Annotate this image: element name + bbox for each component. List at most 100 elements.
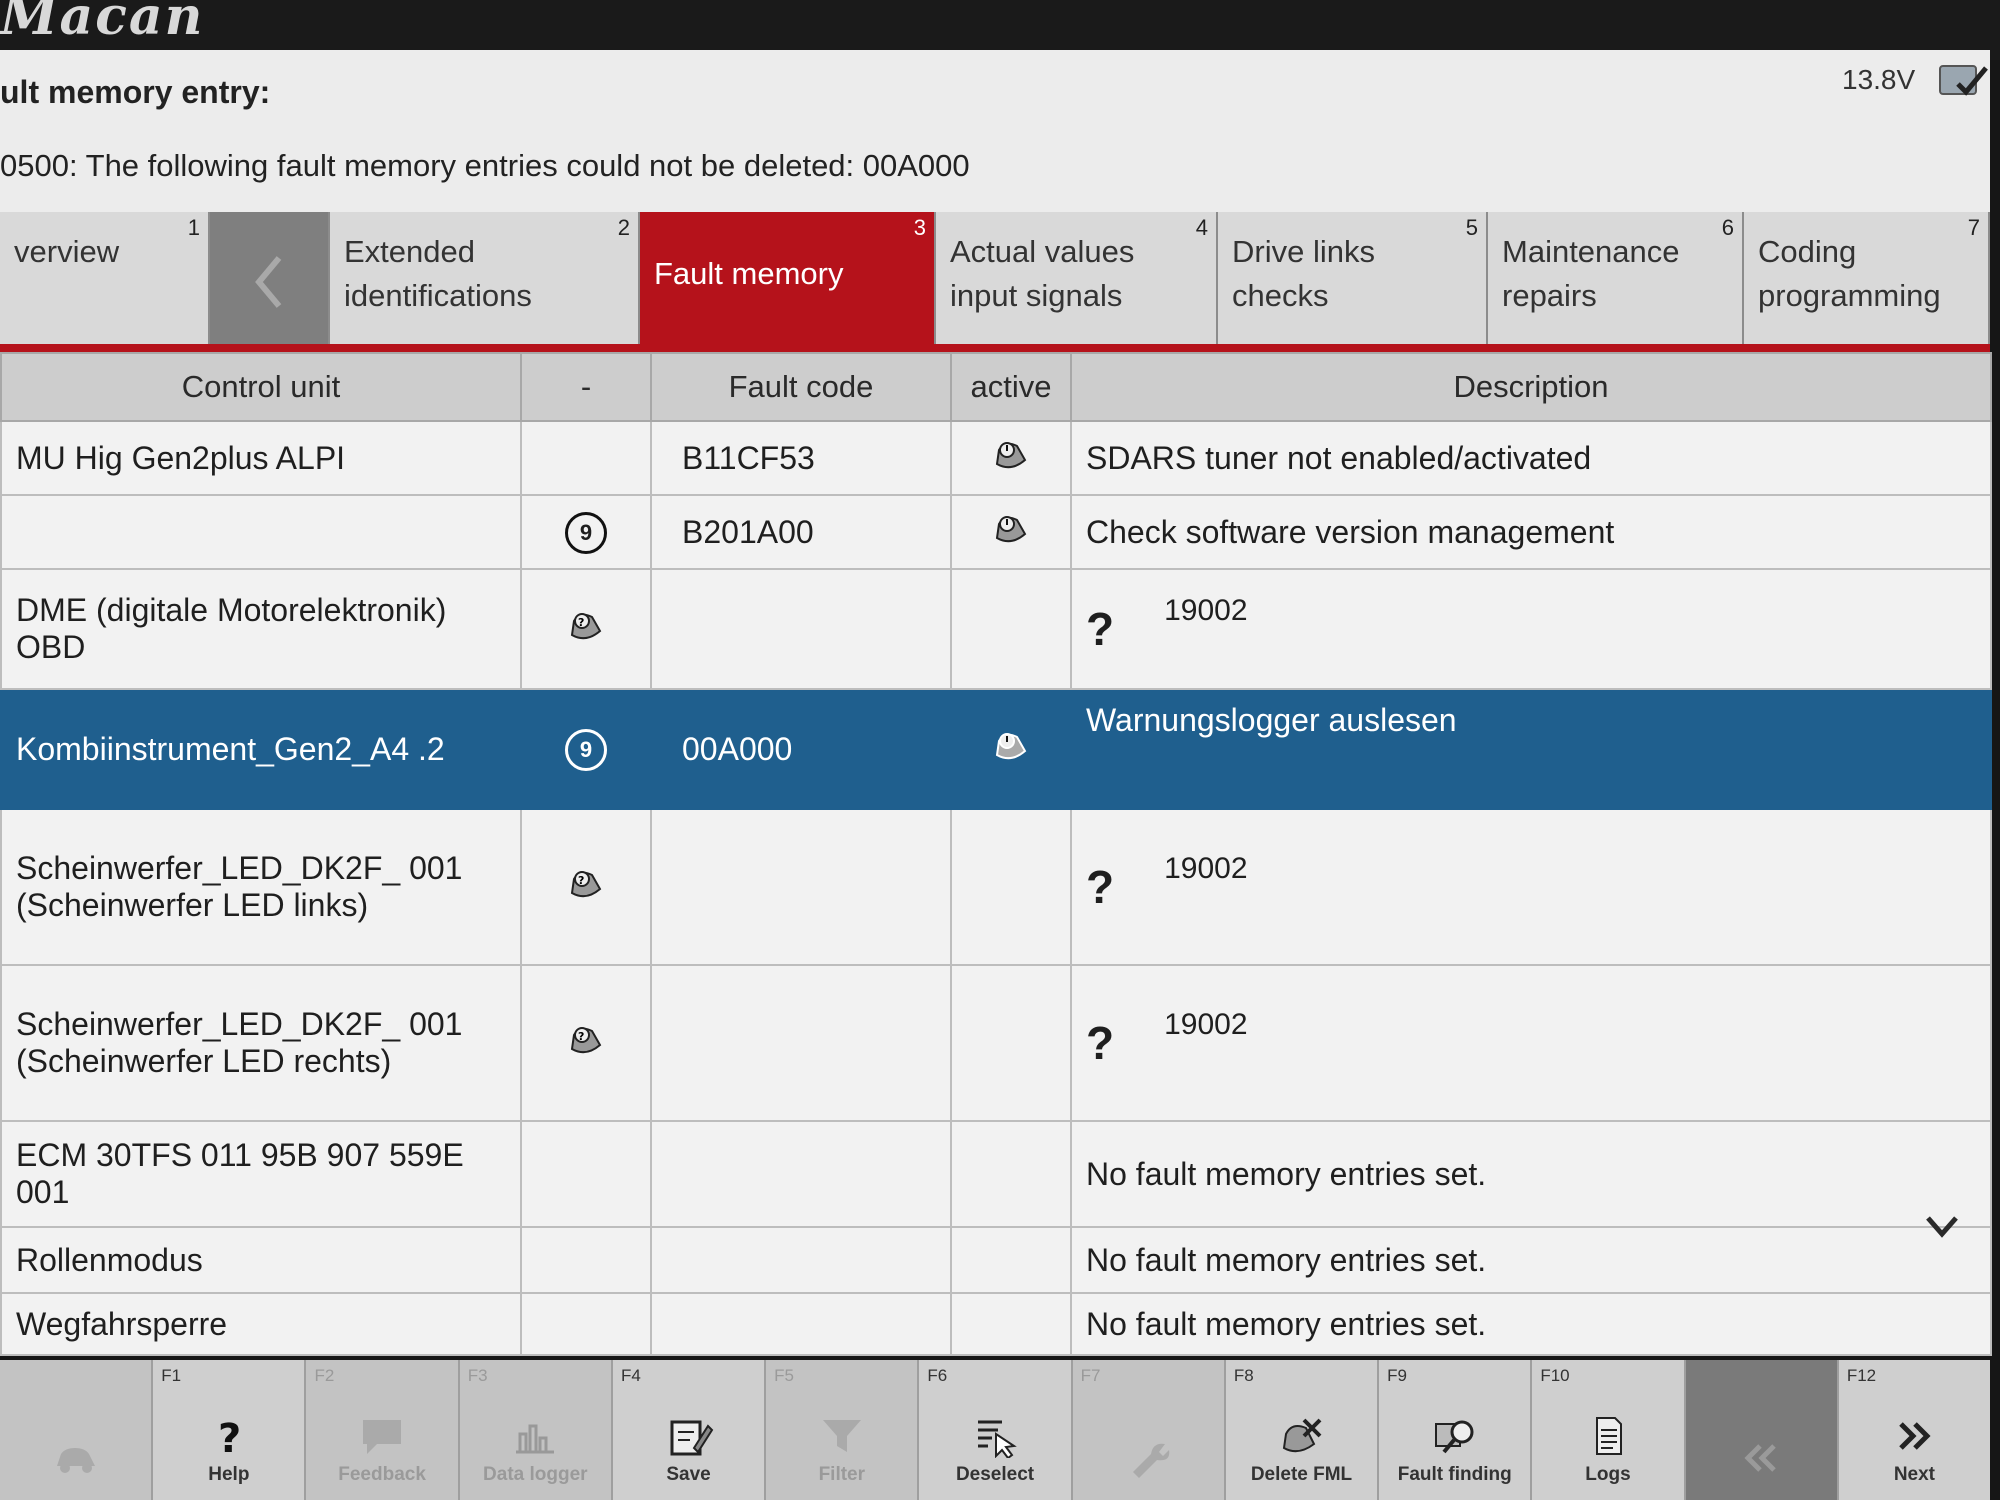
marker-cell: ? bbox=[520, 568, 652, 690]
chart-icon bbox=[516, 1424, 555, 1454]
description-cell: No fault memory entries set. bbox=[1070, 1120, 1992, 1228]
delete-fml-icon bbox=[1283, 1418, 1322, 1453]
col-fault-code[interactable]: Fault code bbox=[650, 352, 952, 422]
tab-back-button[interactable] bbox=[210, 212, 330, 352]
col-control-unit[interactable]: Control unit bbox=[0, 352, 522, 422]
col-active[interactable]: active bbox=[950, 352, 1072, 422]
tab-maintenance[interactable]: Maintenance repairs 6 bbox=[1488, 212, 1744, 352]
fault-code-cell bbox=[650, 808, 952, 966]
data-logger-button[interactable]: F3 Data logger bbox=[459, 1360, 613, 1500]
marker-cell bbox=[520, 420, 652, 496]
description-cell: Warnungslogger auslesen bbox=[1070, 688, 1992, 810]
tool-button[interactable]: F7 bbox=[1072, 1360, 1226, 1500]
tab-bar: verview 1 Extended identifications 2 Fau… bbox=[0, 212, 1990, 352]
fkey-number: F3 bbox=[467, 1366, 488, 1385]
tab-actual-values[interactable]: Actual values input signals 4 bbox=[936, 212, 1218, 352]
tab-fault-memory[interactable]: Fault memory 3 bbox=[640, 212, 936, 352]
fkey-number: F2 bbox=[314, 1366, 335, 1385]
description-text: 19002 bbox=[1164, 852, 1248, 885]
fkey-number: F12 bbox=[1846, 1366, 1877, 1385]
tab-coding[interactable]: Coding programming 7 bbox=[1744, 212, 1990, 352]
active-cell bbox=[950, 964, 1072, 1122]
fkey-number: F8 bbox=[1233, 1366, 1254, 1385]
col-description[interactable]: Description bbox=[1070, 352, 1992, 422]
car-icon bbox=[56, 1448, 95, 1473]
unknown-status-icon: ? bbox=[570, 613, 602, 640]
marker-cell bbox=[520, 1292, 652, 1356]
tab-number: 2 bbox=[617, 215, 630, 240]
tab-overview[interactable]: verview 1 bbox=[0, 212, 210, 352]
marker-cell: ? bbox=[520, 964, 652, 1122]
fkey-label: Logs bbox=[1585, 1464, 1631, 1485]
fault-finding-button[interactable]: F9 Fault finding bbox=[1379, 1360, 1533, 1500]
tab-extended-identifications[interactable]: Extended identifications 2 bbox=[330, 212, 640, 352]
table-row-selected[interactable]: Kombiinstrument_Gen2_A4 .2 9 00A000 Warn… bbox=[0, 688, 1992, 810]
tab-number: 5 bbox=[1465, 215, 1478, 240]
scroll-down-button[interactable] bbox=[1922, 1208, 1962, 1244]
fkey-label: Next bbox=[1893, 1464, 1936, 1485]
table-row[interactable]: 9 B201A00 Check software version managem… bbox=[0, 494, 1992, 570]
logs-button[interactable]: F10 Logs bbox=[1532, 1360, 1686, 1500]
feedback-button[interactable]: F2 Feedback bbox=[306, 1360, 460, 1500]
fkey-label: Fault finding bbox=[1397, 1464, 1512, 1485]
table-row[interactable]: DME (digitale Motorelektronik) OBD ? ? 19… bbox=[0, 568, 1992, 690]
logs-icon bbox=[1595, 1417, 1622, 1455]
table-row[interactable]: Scheinwerfer_LED_DK2F_ 001 (Scheinwerfer… bbox=[0, 808, 1992, 966]
help-icon: ? bbox=[218, 1416, 241, 1458]
priority-badge: 9 bbox=[565, 728, 607, 771]
deselect-button[interactable]: F6 Deselect bbox=[919, 1360, 1073, 1500]
control-unit-cell: Scheinwerfer_LED_DK2F_ 001 (Scheinwerfer… bbox=[0, 808, 522, 966]
double-chevron-left-icon bbox=[1744, 1444, 1776, 1472]
marker-cell: ? bbox=[520, 808, 652, 966]
control-unit-cell: MU Hig Gen2plus ALPI bbox=[0, 420, 522, 496]
vehicle-button[interactable] bbox=[0, 1360, 154, 1500]
tab-number: 1 bbox=[187, 215, 200, 240]
table-row[interactable]: ECM 30TFS 011 95B 907 559E 001 No fault … bbox=[0, 1120, 1992, 1228]
table-row[interactable]: Rollenmodus No fault memory entries set. bbox=[0, 1226, 1992, 1294]
description-cell: No fault memory entries set. bbox=[1070, 1292, 1992, 1356]
fault-code-cell bbox=[650, 1120, 952, 1228]
active-fault-icon bbox=[995, 442, 1027, 469]
control-unit-cell: Wegfahrsperre bbox=[0, 1292, 522, 1356]
tab-underline bbox=[0, 344, 1990, 352]
control-unit-cell: Kombiinstrument_Gen2_A4 .2 bbox=[0, 688, 522, 810]
active-cell bbox=[950, 688, 1072, 810]
unknown-status-icon: ? bbox=[570, 1027, 602, 1054]
save-icon bbox=[670, 1420, 713, 1456]
tab-drive-links[interactable]: Drive links checks 5 bbox=[1218, 212, 1488, 352]
control-unit-cell: Rollenmodus bbox=[0, 1226, 522, 1294]
tab-label: verview bbox=[14, 234, 120, 269]
svg-text:?: ? bbox=[218, 1416, 241, 1458]
fault-finding-icon bbox=[1434, 1420, 1474, 1454]
save-button[interactable]: F4 Save bbox=[613, 1360, 767, 1500]
table-row[interactable]: Wegfahrsperre No fault memory entries se… bbox=[0, 1292, 1992, 1356]
marker-cell bbox=[520, 1120, 652, 1228]
tab-label: Extended identifications bbox=[344, 234, 532, 313]
status-message: 0500: The following fault memory entries… bbox=[0, 148, 970, 183]
marker-cell: 9 bbox=[520, 688, 652, 810]
next-button[interactable]: F12 Next bbox=[1839, 1360, 1990, 1500]
active-cell bbox=[950, 568, 1072, 690]
help-button[interactable]: F1 ? Help bbox=[153, 1360, 307, 1500]
filter-icon bbox=[822, 1420, 861, 1452]
active-cell bbox=[950, 420, 1072, 496]
control-unit-cell: ECM 30TFS 011 95B 907 559E 001 bbox=[0, 1120, 522, 1228]
tab-label: Actual values input signals bbox=[950, 234, 1135, 313]
table-row[interactable]: MU Hig Gen2plus ALPI B11CF53 SDARS tuner… bbox=[0, 420, 1992, 496]
description-cell: ? 19002 bbox=[1070, 808, 1992, 966]
priority-badge: 9 bbox=[565, 511, 607, 554]
back-page-button[interactable] bbox=[1685, 1360, 1839, 1500]
filter-button[interactable]: F5 Filter bbox=[766, 1360, 920, 1500]
marker-cell: 9 bbox=[520, 494, 652, 570]
description-text: 19002 bbox=[1164, 1008, 1248, 1041]
delete-fml-button[interactable]: F8 Delete FML bbox=[1226, 1360, 1380, 1500]
fault-code-cell bbox=[650, 568, 952, 690]
fkey-number: F6 bbox=[927, 1366, 948, 1385]
control-unit-cell: Scheinwerfer_LED_DK2F_ 001 (Scheinwerfer… bbox=[0, 964, 522, 1122]
table-row[interactable]: Scheinwerfer_LED_DK2F_ 001 (Scheinwerfer… bbox=[0, 964, 1992, 1122]
fkey-label: Help bbox=[208, 1464, 250, 1485]
col-marker[interactable]: - bbox=[520, 352, 652, 422]
description-cell: ? 19002 bbox=[1070, 568, 1992, 690]
active-cell bbox=[950, 1226, 1072, 1294]
description-text: 19002 bbox=[1164, 594, 1248, 627]
